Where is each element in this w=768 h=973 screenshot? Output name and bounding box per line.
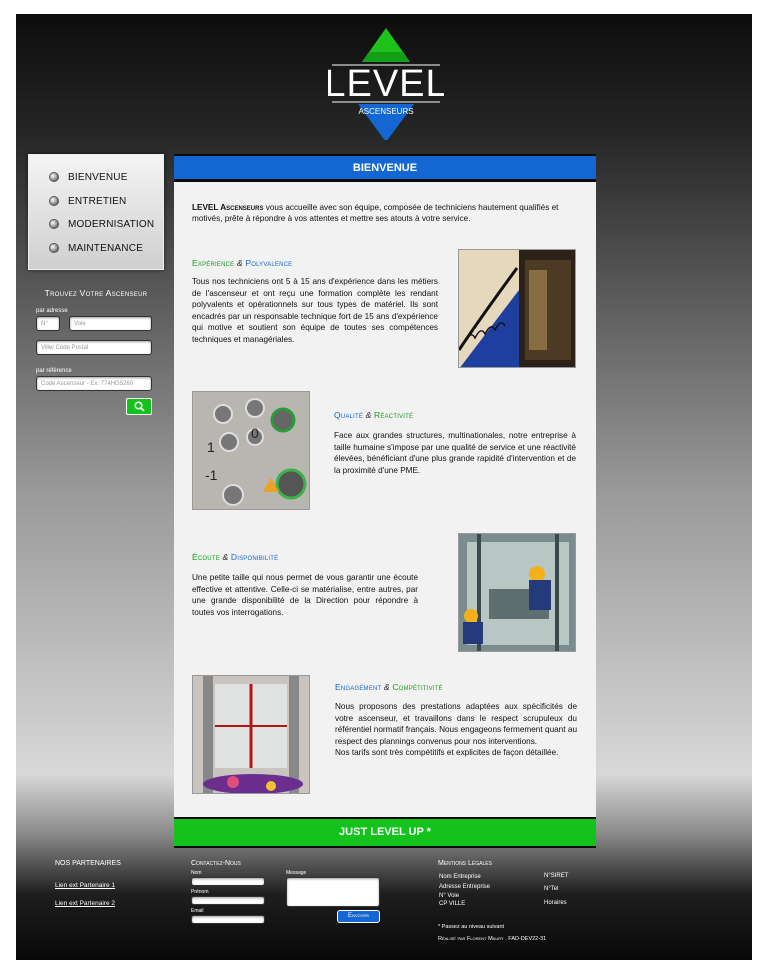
- page-frame: LEVEL ASCENSEURS BIENVENUE ENTRETIEN MOD…: [16, 14, 752, 960]
- legal-tel: N°Tel: [544, 886, 559, 892]
- nav-item-label: BIENVENUE: [68, 171, 128, 183]
- logo-graphic: LEVEL ASCENSEURS: [324, 28, 447, 142]
- nav-bullet-icon: [49, 196, 59, 206]
- glass-elevator-photo: [192, 675, 310, 794]
- legal-company: Nom Entreprise: [439, 874, 481, 880]
- city-input[interactable]: Ville/ Code Postal: [36, 340, 152, 355]
- name-label: Nom: [191, 870, 202, 876]
- elevator-buttons-photo: 1 -1 0: [192, 391, 310, 510]
- section-text-engagement: Nous proposons des prestations adaptées …: [335, 701, 577, 759]
- credit: Réalisé par Florent Maury . FAD-DEV22-31: [438, 936, 547, 942]
- legal-address-line1: Adresse Entreprise: [439, 884, 491, 890]
- intro-text: LEVEL Ascenseurs vous accueille avec son…: [192, 202, 578, 224]
- section-title-ecoute: Écoute & Disponibilité: [192, 552, 279, 562]
- nav-item-maintenance[interactable]: MAINTENANCE: [49, 239, 143, 257]
- section-text-engagement-p2: Nos tarifs sont très compétitifs et expl…: [335, 748, 559, 758]
- sidebar-nav: BIENVENUE ENTRETIEN MODERNISATION MAINTE…: [28, 154, 164, 270]
- search-title: Trouvez Votre Ascenseur: [44, 288, 148, 298]
- email-label: Email: [191, 908, 204, 914]
- reference-input[interactable]: Code Ascenseur - Ex: 774HG5260: [36, 376, 152, 391]
- message-field[interactable]: [286, 877, 380, 907]
- section-text-qualite: Face aux grandes structures, multination…: [334, 431, 576, 475]
- partners-title: NOS PARTENAIRES: [55, 860, 121, 867]
- nav-item-bienvenue[interactable]: BIENVENUE: [49, 168, 128, 186]
- logo-tagline: ASCENSEURS: [358, 107, 413, 116]
- section-title-qualite: Qualité & Réactivité: [334, 410, 414, 420]
- legal-address-line3: CP VILLE: [439, 901, 466, 907]
- footnote: * Passez au niveau suivant: [438, 924, 505, 930]
- contact-title: Contactez-Nous: [191, 860, 241, 867]
- address-label: par adresse: [36, 308, 68, 314]
- reference-label: par référence: [36, 368, 72, 374]
- message-label: Message: [286, 870, 307, 876]
- svg-text:1: 1: [207, 439, 215, 455]
- section-title-engagement: Engagement & Compétitivité: [335, 682, 443, 692]
- nav-bullet-icon: [49, 243, 59, 253]
- nav-item-modernisation[interactable]: MODERNISATION: [49, 215, 154, 233]
- nav-item-entretien[interactable]: ENTRETIEN: [49, 192, 126, 210]
- section-text-ecoute: Une petite taille qui nous permet de vou…: [192, 573, 418, 617]
- logo-wordmark: LEVEL: [328, 63, 444, 105]
- slogan-banner: JUST LEVEL UP *: [174, 817, 596, 848]
- partner-link-2[interactable]: Lien ext Partenaire 2: [55, 900, 115, 907]
- search-icon: [133, 401, 145, 412]
- section-text-experience: Tous nos techniciens ont 5 à 15 ans d'ex…: [192, 277, 438, 344]
- firstname-label: Prénom: [191, 889, 209, 895]
- name-field[interactable]: [191, 877, 265, 886]
- brand-logo[interactable]: LEVEL ASCENSEURS: [324, 22, 447, 142]
- legal-title: Mentions Légales: [438, 860, 492, 867]
- nav-bullet-icon: [49, 172, 59, 182]
- search-button[interactable]: [126, 398, 152, 415]
- staircase-photo: [458, 249, 576, 368]
- nav-item-label: ENTRETIEN: [68, 195, 127, 207]
- technician-shaft-photo: [458, 533, 576, 652]
- nav-bullet-icon: [49, 219, 59, 229]
- send-button[interactable]: Envoyer: [337, 910, 380, 923]
- svg-text:-1: -1: [205, 467, 218, 483]
- legal-hours: Horaires: [544, 900, 567, 906]
- firstname-field[interactable]: [191, 896, 265, 905]
- legal-address-line2: N° Voie: [439, 893, 460, 899]
- legal-siret: N°SIRET: [544, 873, 569, 879]
- partner-link-1[interactable]: Lien ext Partenaire 1: [55, 882, 115, 889]
- nav-item-label: MODERNISATION: [68, 218, 155, 230]
- nav-item-label: MAINTENANCE: [68, 242, 143, 254]
- street-input[interactable]: Voie: [69, 316, 152, 331]
- email-field[interactable]: [191, 915, 265, 924]
- section-text-engagement-p1: Nous proposons des prestations adaptées …: [335, 702, 577, 746]
- intro-brand: LEVEL Ascenseurs: [192, 203, 264, 212]
- section-title-experience: Expérience & Polyvalence: [192, 258, 293, 268]
- street-number-input[interactable]: N°: [36, 316, 60, 331]
- page-title: BIENVENUE: [174, 154, 596, 182]
- svg-text:0: 0: [251, 425, 259, 441]
- main-content: BIENVENUE LEVEL Ascenseurs vous accueill…: [174, 154, 596, 848]
